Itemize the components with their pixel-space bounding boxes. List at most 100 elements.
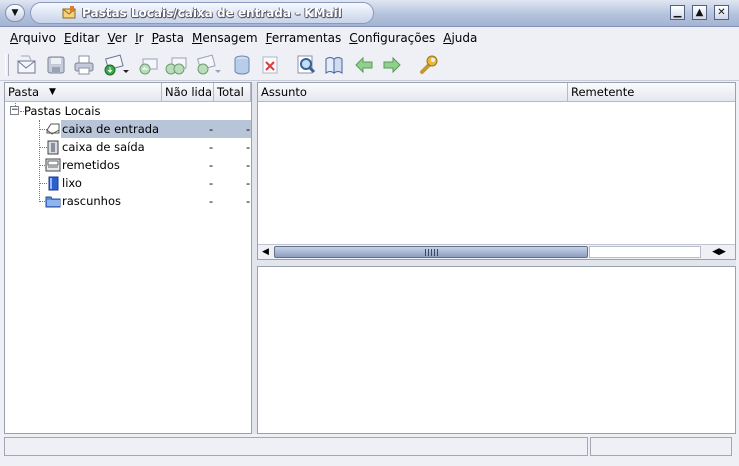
folder-total: -: [246, 194, 251, 208]
check-mail-icon: [104, 54, 129, 76]
folder-tree[interactable]: Pasta ▼ Não lida Total − Pastas Locais c…: [4, 82, 252, 434]
reply-all-button[interactable]: [164, 53, 188, 77]
minimize-icon: ▁: [673, 7, 682, 18]
title-pill: Pastas Locais/caixa de entrada - KMail: [30, 2, 374, 24]
tree-root[interactable]: − Pastas Locais: [5, 102, 251, 120]
menu-rest: erramentas: [271, 31, 342, 45]
status-info: [590, 437, 732, 456]
trash-can-icon: [234, 55, 250, 75]
folder-name: remetidos: [62, 158, 120, 172]
folder-unread: -: [209, 176, 214, 190]
arrow-left-right-icon: ◀▶: [712, 247, 726, 257]
scroll-track[interactable]: [589, 246, 701, 258]
folder-item[interactable]: lixo - -: [5, 174, 251, 192]
folder-unread: -: [209, 194, 214, 208]
title-bar[interactable]: ▼ Pastas Locais/caixa de entrada - KMail…: [0, 0, 739, 27]
previous-button[interactable]: [352, 53, 376, 77]
message-list[interactable]: Assunto Remetente ◀ ◀▶: [257, 82, 736, 260]
folder-total: -: [246, 158, 251, 172]
reply-button[interactable]: [136, 53, 160, 77]
menu-item-6[interactable]: Ferramentas: [262, 31, 346, 45]
find-icon: [297, 55, 316, 74]
menu-item-0[interactable]: Arquivo: [6, 31, 60, 45]
folder-name: caixa de entrada: [62, 122, 160, 136]
menu-accel: C: [349, 31, 358, 45]
menu-rest: ensagem: [202, 31, 258, 45]
trash-button[interactable]: [230, 53, 254, 77]
maximize-icon: ▲: [695, 7, 704, 18]
check-mail-button[interactable]: [102, 53, 132, 77]
menu-bar: Arquivo Editar Ver Ir Pasta Mensagem Ferrament…: [0, 28, 739, 48]
address-book-button[interactable]: [322, 53, 346, 77]
menu-item-5[interactable]: Mensagem: [188, 31, 262, 45]
column-header-subject-label: Assunto: [261, 85, 307, 99]
save-button[interactable]: [44, 53, 68, 77]
delete-button[interactable]: [258, 53, 282, 77]
menu-accel: V: [107, 31, 115, 45]
settings-wrench-icon: [420, 55, 438, 74]
menu-rest: rquivo: [18, 31, 56, 45]
scroll-left-button[interactable]: ◀: [259, 246, 272, 258]
find-button[interactable]: [294, 53, 318, 77]
arrow-left-icon: ◀: [262, 247, 269, 257]
print-icon: [74, 55, 94, 75]
toolbar-grip[interactable]: [5, 54, 9, 76]
scroll-thumb[interactable]: [274, 246, 588, 258]
folder-item[interactable]: caixa de saída - -: [5, 138, 251, 156]
folder-total: -: [246, 176, 251, 190]
minimize-button[interactable]: ▁: [670, 5, 685, 20]
reply-icon: [139, 58, 158, 75]
column-header-unread-label: Não lida: [165, 85, 213, 99]
folder-name: caixa de saída: [62, 140, 145, 154]
delete-icon: [262, 56, 278, 74]
previous-icon: [355, 56, 373, 74]
save-icon: [47, 56, 65, 74]
menu-accel: E: [63, 31, 72, 45]
folder-name: rascunhos: [62, 194, 121, 208]
scroll-arrows-right[interactable]: ◀▶: [706, 246, 732, 258]
next-button[interactable]: [380, 53, 404, 77]
column-header-sender[interactable]: Remetente: [568, 83, 735, 102]
collapse-icon[interactable]: −: [10, 106, 19, 115]
column-header-total[interactable]: Total: [214, 83, 251, 102]
folder-unread: -: [209, 158, 214, 172]
thumb-grip: [425, 249, 439, 256]
folder-item[interactable]: rascunhos - -: [5, 192, 251, 210]
message-preview[interactable]: [257, 266, 736, 434]
folder-name: lixo: [62, 176, 82, 190]
menu-item-1[interactable]: Editar: [60, 31, 104, 45]
menu-rest: ditar: [71, 31, 100, 45]
menu-item-8[interactable]: Ajuda: [439, 31, 481, 45]
menu-rest: asta: [158, 31, 184, 45]
column-header-subject[interactable]: Assunto: [258, 83, 568, 102]
forward-button[interactable]: [194, 53, 224, 77]
folder-total: -: [246, 140, 251, 154]
status-message: [4, 437, 588, 456]
chevron-down-icon: ▼: [11, 8, 19, 18]
folder-item[interactable]: remetidos - -: [5, 156, 251, 174]
menu-item-2[interactable]: Ver: [104, 31, 132, 45]
menu-rest: juda: [451, 31, 478, 45]
menu-item-7[interactable]: Configurações: [345, 31, 439, 45]
column-header-sender-label: Remetente: [571, 85, 635, 99]
address-book-icon: [325, 57, 343, 74]
folder-total: -: [246, 122, 251, 136]
menu-item-4[interactable]: Pasta: [148, 31, 188, 45]
settings-button[interactable]: [416, 53, 440, 77]
column-header-total-label: Total: [217, 85, 244, 99]
folder-unread: -: [209, 122, 214, 136]
column-header-pasta[interactable]: Pasta ▼: [5, 83, 162, 102]
folder-item[interactable]: caixa de entrada - -: [5, 120, 251, 138]
menu-accel: M: [191, 31, 203, 45]
maximize-button[interactable]: ▲: [692, 5, 707, 20]
window-menu-button[interactable]: ▼: [5, 4, 25, 22]
print-button[interactable]: [72, 53, 96, 77]
column-header-unread[interactable]: Não lida: [162, 83, 214, 102]
next-icon: [383, 56, 401, 74]
close-button[interactable]: ✕: [714, 5, 729, 20]
horizontal-scrollbar[interactable]: ◀ ◀▶: [258, 244, 735, 259]
menu-item-3[interactable]: Ir: [131, 31, 147, 45]
kmail-app-icon: [62, 6, 76, 19]
new-message-icon: [17, 55, 36, 74]
new-message-button[interactable]: [14, 53, 38, 77]
